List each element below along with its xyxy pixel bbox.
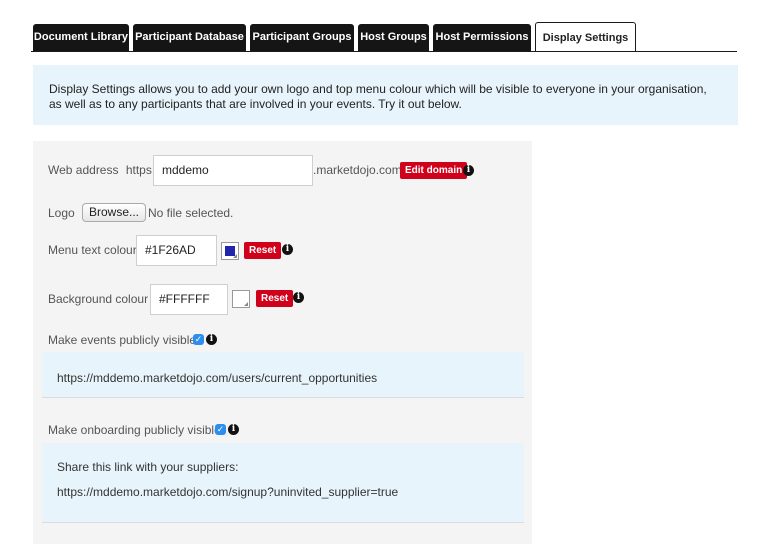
logo-label: Logo [48,206,75,220]
edit-domain-button[interactable]: Edit domain [400,162,468,179]
tab-document-library[interactable]: Document Library [33,24,129,51]
file-status-text: No file selected. [148,206,234,220]
info-icon[interactable]: i [293,292,304,303]
info-icon[interactable]: i [463,165,474,176]
info-icon[interactable]: i [228,424,239,435]
tab-host-groups[interactable]: Host Groups [358,24,429,51]
domain-suffix: .marketdojo.com [313,163,402,177]
background-colour-swatch[interactable] [232,290,250,308]
swatch-corner-icon [244,302,248,306]
share-link-text: Share this link with your suppliers: [57,460,239,474]
onboarding-link-box [42,443,524,522]
background-colour-label: Background colour [48,292,149,306]
divider [42,522,524,523]
public-events-label: Make events publicly visible [48,333,197,347]
public-onboarding-checkbox[interactable]: ✓ [215,424,226,435]
tab-underline [31,51,737,52]
tab-display-settings[interactable]: Display Settings [535,22,636,52]
intro-info-box: Display Settings allows you to add your … [33,65,738,125]
tab-participant-groups[interactable]: Participant Groups [250,24,354,51]
public-events-link[interactable]: https://mddemo.marketdojo.com/users/curr… [57,371,377,385]
intro-text: Display Settings allows you to add your … [49,82,707,111]
browse-button[interactable]: Browse... [82,203,147,222]
tab-participant-database[interactable]: Participant Database [133,24,246,51]
info-icon[interactable]: i [282,244,293,255]
background-colour-input[interactable]: #FFFFFF [150,284,228,315]
web-address-label: Web address https:// [48,163,162,177]
swatch-corner-icon [233,254,237,258]
public-onboarding-label: Make onboarding publicly visible [48,423,221,437]
reset-menu-text-colour-button[interactable]: Reset [244,242,282,259]
onboarding-link[interactable]: https://mddemo.marketdojo.com/signup?uni… [57,485,398,499]
divider [42,397,524,398]
info-icon[interactable]: i [206,334,217,345]
menu-text-colour-input[interactable]: #1F26AD [136,235,217,266]
menu-text-colour-label: Menu text colour [48,243,137,257]
web-address-label-text: Web address [48,163,119,177]
public-events-checkbox[interactable]: ✓ [193,334,204,345]
subdomain-input[interactable]: mddemo [153,155,313,186]
tab-bar: Document Library Participant Database Pa… [0,0,768,52]
reset-background-colour-button[interactable]: Reset [256,290,294,307]
tab-host-permissions[interactable]: Host Permissions [433,24,531,51]
menu-text-colour-swatch[interactable] [221,242,239,260]
